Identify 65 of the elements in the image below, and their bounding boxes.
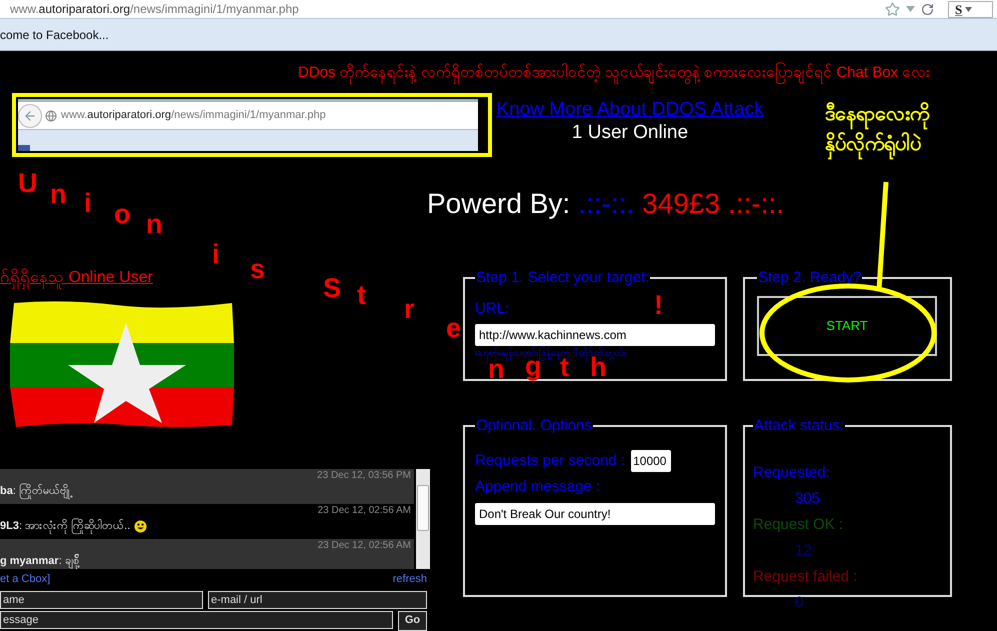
dropdown-icon[interactable]	[965, 6, 972, 12]
url-text[interactable]: www.autoriparatori.org/news/immagini/1/myanmar.php	[10, 0, 299, 18]
slogan-letter: U	[18, 170, 38, 197]
online-users-heading: ဂ်ရှိရှိနေသူ Online User	[0, 268, 153, 288]
email-field[interactable]: e-mail / url	[208, 590, 427, 608]
back-button[interactable]	[18, 104, 42, 128]
globe-icon	[45, 110, 57, 122]
annotation-text: နှိပ်လိုက်ရုံပါပဲ	[825, 129, 929, 159]
panel-legend: Optional. Options	[475, 415, 593, 438]
name-field[interactable]: ame	[0, 590, 203, 608]
bookmark-star-icon[interactable]	[885, 2, 900, 16]
slogan-letter: n	[488, 356, 504, 383]
slogan-letter: e	[446, 315, 462, 342]
message-text: ba: ကြိုတ်မယ်ဗျို့	[0, 483, 414, 499]
start-button[interactable]: START	[757, 296, 937, 356]
refresh-link[interactable]: refresh	[392, 571, 427, 588]
users-online-text: 1 User Online	[572, 121, 688, 145]
slogan-letter: n	[146, 211, 162, 238]
dropdown-icon[interactable]	[906, 6, 915, 12]
panel-legend: Attack status:	[753, 415, 846, 438]
slogan-letter: i	[84, 190, 92, 217]
status-label: Request OK :	[753, 514, 844, 534]
decoration-text: .::-::.	[578, 187, 634, 221]
panel-legend: Step 2. Ready?	[757, 267, 862, 290]
slogan-letter: !	[654, 292, 663, 319]
panel-legend: Step 1. Select your target:	[475, 267, 650, 290]
message-field[interactable]: Don't Break Our country!	[475, 502, 715, 524]
go-button[interactable]: Go	[398, 610, 427, 630]
smiley-icon	[134, 520, 148, 533]
search-engine-logo: S	[955, 2, 962, 16]
url-label: URL:	[475, 300, 510, 318]
status-label: Request failed :	[753, 566, 858, 586]
status-value: 305	[795, 488, 822, 508]
message-time: 23 Dec 12, 02:56 AM	[318, 539, 411, 553]
message-time: 23 Dec 12, 03:56 PM	[317, 469, 411, 483]
status-value: 0	[795, 592, 804, 612]
slogan-letter: t	[357, 282, 366, 309]
message-time: 23 Dec 12, 02:56 AM	[318, 504, 411, 518]
scrollbar[interactable]	[416, 469, 430, 569]
reload-icon[interactable]	[921, 2, 934, 16]
target-url-field[interactable]: http://www.kachinnews.com	[475, 324, 715, 346]
powered-by-label: Powerd By:	[427, 187, 570, 221]
status-label: Requested:	[753, 462, 831, 482]
message-field[interactable]: essage	[0, 610, 393, 628]
facebook-icon	[18, 145, 30, 151]
decoration-text: .::-::.	[728, 187, 784, 221]
slogan-letter: S	[323, 275, 342, 302]
slogan-letter: n	[50, 181, 66, 208]
message-text: 9L3: အားလုံးကို ကြိုဆိုပါတယ်..	[0, 518, 414, 534]
cbox-link[interactable]: et a Cbox]	[0, 571, 50, 588]
author-name: 349£3	[642, 187, 720, 221]
back-arrow-icon	[23, 108, 37, 122]
bookmark-link[interactable]: come to Facebook...	[0, 26, 109, 44]
message-text: g myanmar: ချစ်ို့	[0, 553, 80, 569]
slogan-letter: r	[404, 296, 415, 323]
search-box[interactable]: S	[948, 0, 993, 18]
slogan-letter: o	[114, 201, 130, 228]
rate-label: Requests per second :	[475, 450, 626, 470]
annotation-text: ဒီနေရာလေးကို	[825, 99, 929, 129]
append-label: Append message :	[475, 477, 602, 497]
status-value: 12	[795, 540, 813, 560]
slogan-letter: s	[250, 256, 266, 283]
url-text: www.autoriparatori.org/news/immagini/1/myanmar.php	[61, 108, 326, 124]
slogan-letter: i	[212, 241, 220, 268]
rate-field[interactable]: 10000	[631, 450, 672, 472]
